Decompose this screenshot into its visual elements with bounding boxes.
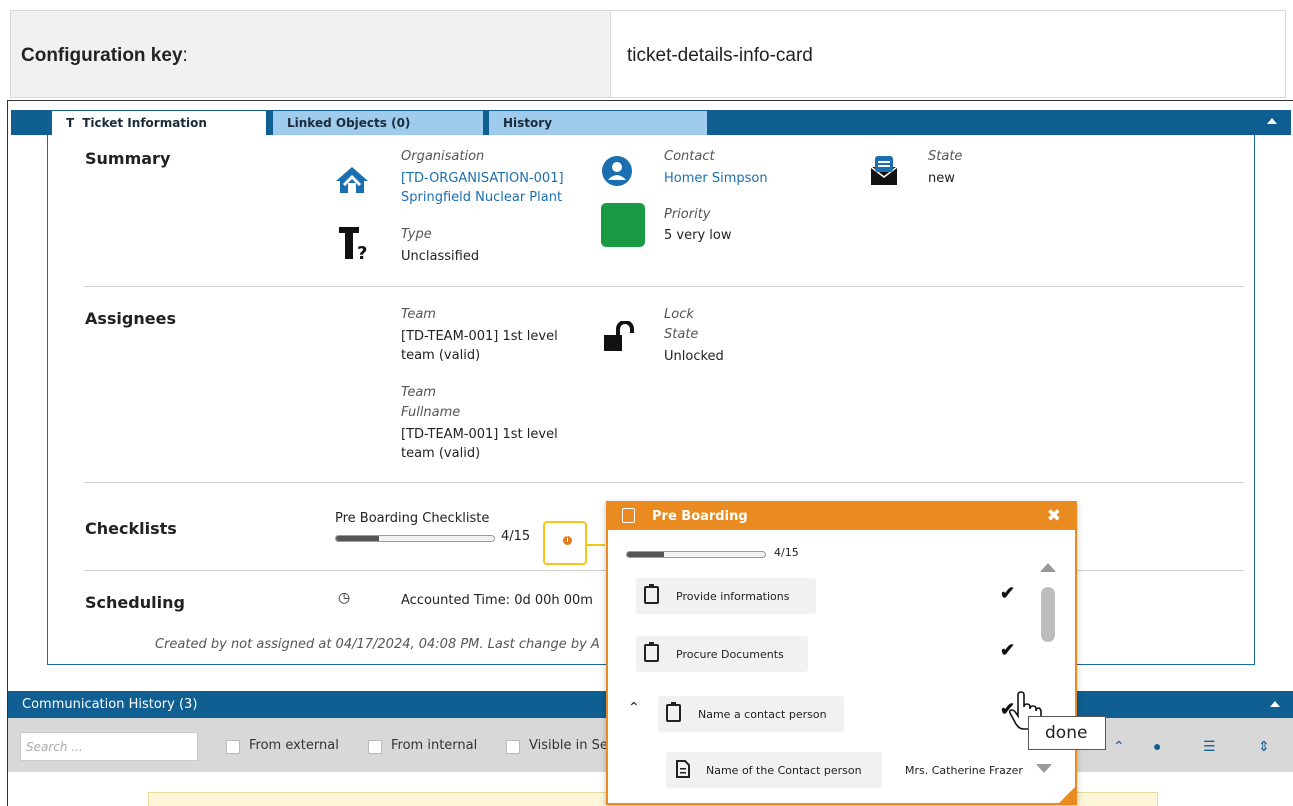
team-value-line2: team (valid) [401, 348, 481, 363]
visible-in-checkbox[interactable] [506, 740, 520, 754]
collapse-up-icon[interactable] [1267, 118, 1277, 124]
popup-header: Pre Boarding ✖ [608, 503, 1075, 530]
checkmark-icon[interactable]: ✔ [1000, 640, 1015, 661]
from-external-label: From external [249, 738, 339, 753]
team-label: Team [401, 307, 436, 322]
organisation-name-link[interactable]: Springfield Nuclear Plant [401, 188, 562, 207]
checklist-info-highlight[interactable]: i [543, 521, 587, 565]
checklist-progress-text: 4/15 [501, 529, 531, 544]
clipboard-icon [666, 702, 681, 722]
accounted-time: Accounted Time: 0d 00h 00m [401, 593, 593, 608]
app-screenshot: T Ticket Information Linked Objects (0) H… [7, 100, 1293, 806]
config-table: Configuration key: ticket-details-info-c… [10, 10, 1286, 98]
expand-all-icon[interactable]: ⌃ [1113, 738, 1125, 755]
from-internal-label: From internal [391, 738, 478, 753]
tab-ticket-information[interactable]: T Ticket Information [52, 111, 266, 135]
sub-item-value[interactable]: Mrs. Catherine Frazer [905, 761, 1023, 780]
lock-label-line1: Lock [664, 307, 694, 322]
visible-in-label: Visible in Se [529, 738, 608, 753]
document-icon [676, 760, 690, 778]
team-fullname-label-line2: Fullname [401, 405, 461, 420]
state-label: State [928, 149, 963, 164]
state-envelope-icon [870, 156, 898, 185]
team-fullname-value-line1: [TD-TEAM-001] 1st level [401, 427, 558, 442]
checklist-popup: Pre Boarding ✖ 4/15 Provide informations… [606, 501, 1077, 805]
contact-person-icon [602, 156, 632, 186]
unlocked-padlock-icon [604, 321, 634, 351]
checklist-progress-fill [336, 536, 379, 541]
popup-progress-text: 4/15 [774, 546, 799, 559]
close-icon[interactable]: ✖ [1047, 506, 1061, 526]
tab-linked-objects[interactable]: Linked Objects (0) [273, 111, 483, 135]
info-icon[interactable]: i [563, 536, 572, 545]
sub-item-label: Name of the Contact person [706, 764, 862, 777]
popup-progress-bar [626, 551, 766, 558]
scheduling-title: Scheduling [85, 593, 185, 612]
checklist-item-label: Provide informations [676, 590, 790, 603]
popup-progress-fill [627, 552, 665, 557]
priority-value: 5 very low [664, 228, 732, 243]
clock-icon: ◷ [338, 590, 351, 606]
priority-color-swatch [601, 203, 645, 247]
section-separator [84, 286, 1244, 287]
assignees-title: Assignees [85, 309, 176, 328]
checklist-item-label: Name a contact person [698, 708, 827, 721]
state-value: new [928, 171, 955, 186]
scrollbar-thumb[interactable] [1041, 587, 1055, 642]
checklists-title: Checklists [85, 519, 177, 538]
contact-label: Contact [664, 149, 715, 164]
team-fullname-label-line1: Team [401, 385, 436, 400]
lock-label-line2: State [664, 327, 699, 342]
contact-link[interactable]: Homer Simpson [664, 169, 768, 188]
summary-title: Summary [85, 149, 171, 168]
ticket-tab-bar: T Ticket Information Linked Objects (0) H… [11, 110, 1291, 135]
scroll-up-icon[interactable] [1040, 563, 1056, 572]
lock-state-value: Unlocked [664, 349, 724, 364]
type-label: Type [401, 227, 432, 242]
checklist-progress-bar [335, 535, 495, 542]
team-fullname-value-line2: team (valid) [401, 446, 481, 461]
resize-handle-icon[interactable] [1059, 787, 1075, 803]
from-external-checkbox[interactable] [226, 740, 240, 754]
comment-icon[interactable]: ● [1153, 738, 1161, 754]
checklist-item[interactable]: Name a contact person [658, 696, 844, 732]
section-separator [84, 482, 1244, 483]
config-key-label: Configuration key [21, 45, 183, 66]
organisation-link[interactable]: [TD-ORGANISATION-001] [401, 169, 564, 188]
checklist-icon [622, 508, 635, 523]
svg-text:?: ? [357, 243, 367, 263]
sort-icon[interactable]: ⇕ [1258, 738, 1270, 755]
config-key-colon: : [182, 45, 188, 66]
checklist-item[interactable]: Provide informations [636, 578, 816, 614]
config-key-cell: Configuration key: [11, 11, 611, 97]
checklist-sub-item[interactable]: Name of the Contact person [666, 752, 882, 788]
clipboard-icon [644, 584, 659, 604]
organisation-home-icon [336, 167, 368, 193]
priority-label: Priority [664, 207, 711, 222]
type-value: Unclassified [401, 249, 480, 264]
clipboard-icon [644, 642, 659, 662]
tab-history[interactable]: History [489, 111, 707, 135]
communication-history-title: Communication History (3) [22, 697, 198, 712]
highlight-connector [587, 544, 605, 546]
from-internal-checkbox[interactable] [368, 740, 382, 754]
checklist-item[interactable]: Procure Documents [636, 636, 808, 672]
scroll-down-icon[interactable] [1036, 764, 1052, 773]
checklist-item-label: Procure Documents [676, 648, 784, 661]
ticket-type-question-icon: ? [339, 227, 367, 263]
organisation-label: Organisation [401, 149, 485, 164]
ticket-type-icon: T [66, 116, 75, 130]
tab-label: Ticket Information [82, 116, 207, 130]
collapse-up-icon[interactable] [1270, 701, 1280, 707]
created-footer-text: Created by not assigned at 04/17/2024, 0… [155, 637, 600, 652]
popup-title: Pre Boarding [652, 509, 748, 524]
checklist-name[interactable]: Pre Boarding Checkliste [335, 509, 489, 528]
collapse-chevron-icon[interactable]: ⌃ [628, 699, 640, 718]
config-value-cell: ticket-details-info-card [627, 45, 813, 66]
checkmark-icon[interactable]: ✔ [1000, 583, 1015, 604]
team-value-line1: [TD-TEAM-001] 1st level [401, 329, 558, 344]
search-input[interactable]: Search ... [20, 732, 198, 761]
tooltip: done [1028, 716, 1106, 750]
list-view-icon[interactable]: ☰ [1203, 738, 1216, 755]
